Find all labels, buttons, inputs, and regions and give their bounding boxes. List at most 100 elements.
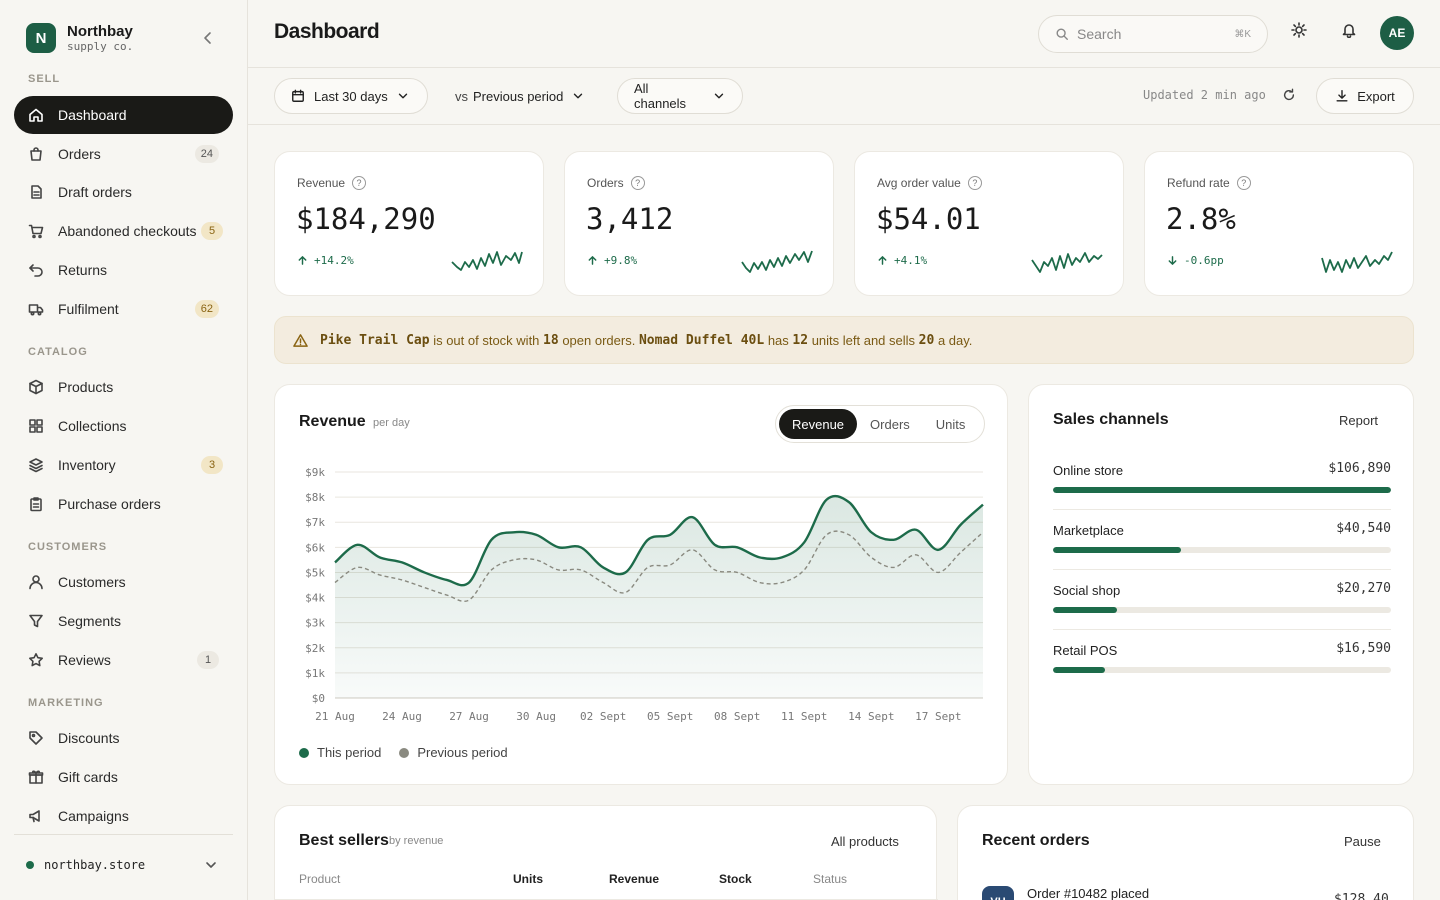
- column-header-revenue[interactable]: Revenue: [609, 872, 659, 886]
- layers-icon: [29, 458, 43, 473]
- download-icon: [1336, 90, 1348, 102]
- search-box[interactable]: ⌘K: [1038, 15, 1268, 53]
- best-sellers-subtitle: by revenue: [389, 835, 444, 847]
- export-button[interactable]: Export: [1316, 78, 1414, 114]
- count-badge: 3: [201, 456, 223, 474]
- user-avatar[interactable]: AE: [1380, 16, 1414, 50]
- kpi-delta: +14.2%: [314, 254, 354, 267]
- sidebar-item-label: Campaigns: [58, 808, 129, 824]
- box-icon: [29, 379, 43, 395]
- store-name: northbay.store: [44, 857, 146, 872]
- sidebar-item-purchase-orders[interactable]: Purchase orders: [14, 485, 233, 523]
- stock-alert-banner: Pike Trail Cap is out of stock with 18 o…: [274, 316, 1414, 364]
- report-link[interactable]: Report: [1339, 413, 1378, 428]
- sidebar-item-fulfilment[interactable]: Fulfilment 62: [14, 290, 233, 328]
- sidebar-item-segments[interactable]: Segments: [14, 602, 233, 640]
- column-header-product[interactable]: Product: [299, 872, 340, 886]
- alert-count: 20: [918, 332, 935, 348]
- kpi-value: $54.01: [876, 202, 981, 236]
- y-tick-label: $0: [312, 692, 325, 705]
- sidebar-item-abandoned-checkouts[interactable]: Abandoned checkouts 5: [14, 212, 233, 250]
- x-tick-label: 21 Aug: [315, 710, 355, 723]
- x-tick-label: 08 Sept: [714, 710, 760, 723]
- help-icon[interactable]: ?: [1236, 176, 1251, 190]
- sidebar-item-discounts[interactable]: Discounts: [14, 719, 233, 757]
- y-tick-label: $7k: [305, 516, 325, 529]
- channel-name: Online store: [1053, 463, 1124, 478]
- channel-bar-fill: [1053, 607, 1118, 613]
- help-icon[interactable]: ?: [967, 176, 982, 190]
- kpi-card-revenue[interactable]: Revenue? $184,290 +14.2%: [274, 151, 544, 296]
- truck-icon: [28, 304, 44, 316]
- kpi-delta: -0.6pp: [1184, 254, 1224, 267]
- kpi-card-orders[interactable]: Orders? 3,412 +9.8%: [564, 151, 834, 296]
- store-switcher[interactable]: northbay.store: [14, 834, 233, 894]
- sparkline: [1321, 251, 1393, 273]
- sidebar-item-dashboard[interactable]: Dashboard: [14, 96, 233, 134]
- sidebar-item-gift-cards[interactable]: Gift cards: [14, 758, 233, 796]
- this-period-area: [335, 496, 983, 698]
- sidebar-item-customers[interactable]: Customers: [14, 563, 233, 601]
- y-tick-label: $4k: [305, 592, 325, 605]
- all-products-link[interactable]: All products: [831, 834, 899, 849]
- sidebar-item-label: Segments: [58, 613, 122, 629]
- legend-dot: [299, 747, 309, 758]
- top-header: Dashboard ⌘K AE: [248, 0, 1440, 68]
- status-dot: [26, 860, 34, 869]
- pause-button[interactable]: Pause: [1344, 834, 1381, 849]
- search-shortcut: ⌘K: [1234, 28, 1251, 40]
- collapse-sidebar-button[interactable]: [200, 30, 216, 46]
- sidebar-item-orders[interactable]: Orders 24: [14, 135, 233, 173]
- alert-count: 18: [543, 332, 559, 348]
- x-tick-label: 27 Aug: [449, 710, 489, 723]
- theme-toggle-button[interactable]: [1291, 22, 1307, 38]
- product-link[interactable]: Pike Trail Cap: [320, 333, 430, 348]
- date-range-select[interactable]: Last 30 days: [274, 78, 428, 114]
- sidebar-item-inventory[interactable]: Inventory 3: [14, 446, 233, 484]
- sidebar-item-collections[interactable]: Collections: [14, 407, 233, 445]
- refresh-icon: [1283, 88, 1295, 101]
- sidebar-item-label: Purchase orders: [58, 496, 161, 512]
- help-icon[interactable]: ?: [630, 176, 645, 190]
- notifications-button[interactable]: [1341, 22, 1357, 38]
- order-event-text[interactable]: Order #10482 placed: [1027, 886, 1149, 900]
- sidebar-item-campaigns[interactable]: Campaigns: [14, 797, 233, 835]
- sidebar-item-label: Abandoned checkouts: [58, 223, 197, 239]
- channel-value: $16,590: [1336, 641, 1391, 656]
- sidebar-item-label: Discounts: [58, 730, 120, 746]
- kpi-card-refund-rate[interactable]: Refund rate? 2.8% -0.6pp: [1144, 151, 1414, 296]
- kpi-delta: +9.8%: [604, 254, 638, 267]
- alert-text: a day.: [937, 332, 973, 348]
- sidebar-item-reviews[interactable]: Reviews 1: [14, 641, 233, 679]
- kpi-value: 2.8%: [1166, 202, 1236, 236]
- channel-bar: [1053, 607, 1391, 613]
- compare-select[interactable]: vs Previous period: [438, 78, 602, 114]
- column-header-units[interactable]: Units: [513, 872, 543, 886]
- brand-subtitle: supply co.: [67, 40, 134, 53]
- channel-name: Social shop: [1053, 583, 1121, 598]
- sidebar-item-draft-orders[interactable]: Draft orders: [14, 173, 233, 211]
- sidebar-item-label: Gift cards: [58, 769, 118, 785]
- product-link[interactable]: Nomad Duffel 40L: [639, 333, 764, 348]
- refresh-button[interactable]: [1282, 88, 1296, 102]
- order-amount: $128.40: [1334, 892, 1389, 900]
- kpi-value: 3,412: [586, 202, 674, 236]
- column-header-stock[interactable]: Stock: [719, 872, 752, 886]
- revenue-chart: $9k $8k $7k $6k $5k $4k $3k $2k $1k $0 21 Aug 24 Au…: [305, 466, 984, 723]
- best-sellers-card: Best sellers by revenue All products Pro…: [274, 805, 938, 900]
- help-icon[interactable]: ?: [352, 176, 367, 190]
- channels-select[interactable]: All channels: [617, 78, 743, 114]
- brand-name: Northbay: [67, 23, 133, 40]
- search-input[interactable]: [1077, 26, 1227, 42]
- column-header-status[interactable]: Status: [813, 872, 847, 886]
- arrow-up-icon: [878, 256, 887, 265]
- section-customers: CUSTOMERS: [28, 541, 108, 553]
- sidebar-item-products[interactable]: Products: [14, 368, 233, 406]
- brand-logo: N: [26, 23, 56, 53]
- customer-avatar: VH: [982, 886, 1014, 900]
- grid-icon: [29, 419, 43, 433]
- bag-icon: [30, 147, 42, 161]
- brand[interactable]: N Northbay supply co.: [26, 23, 133, 53]
- sidebar-item-returns[interactable]: Returns: [14, 251, 233, 289]
- kpi-card-avg-order-value[interactable]: Avg order value? $54.01 +4.1%: [854, 151, 1124, 296]
